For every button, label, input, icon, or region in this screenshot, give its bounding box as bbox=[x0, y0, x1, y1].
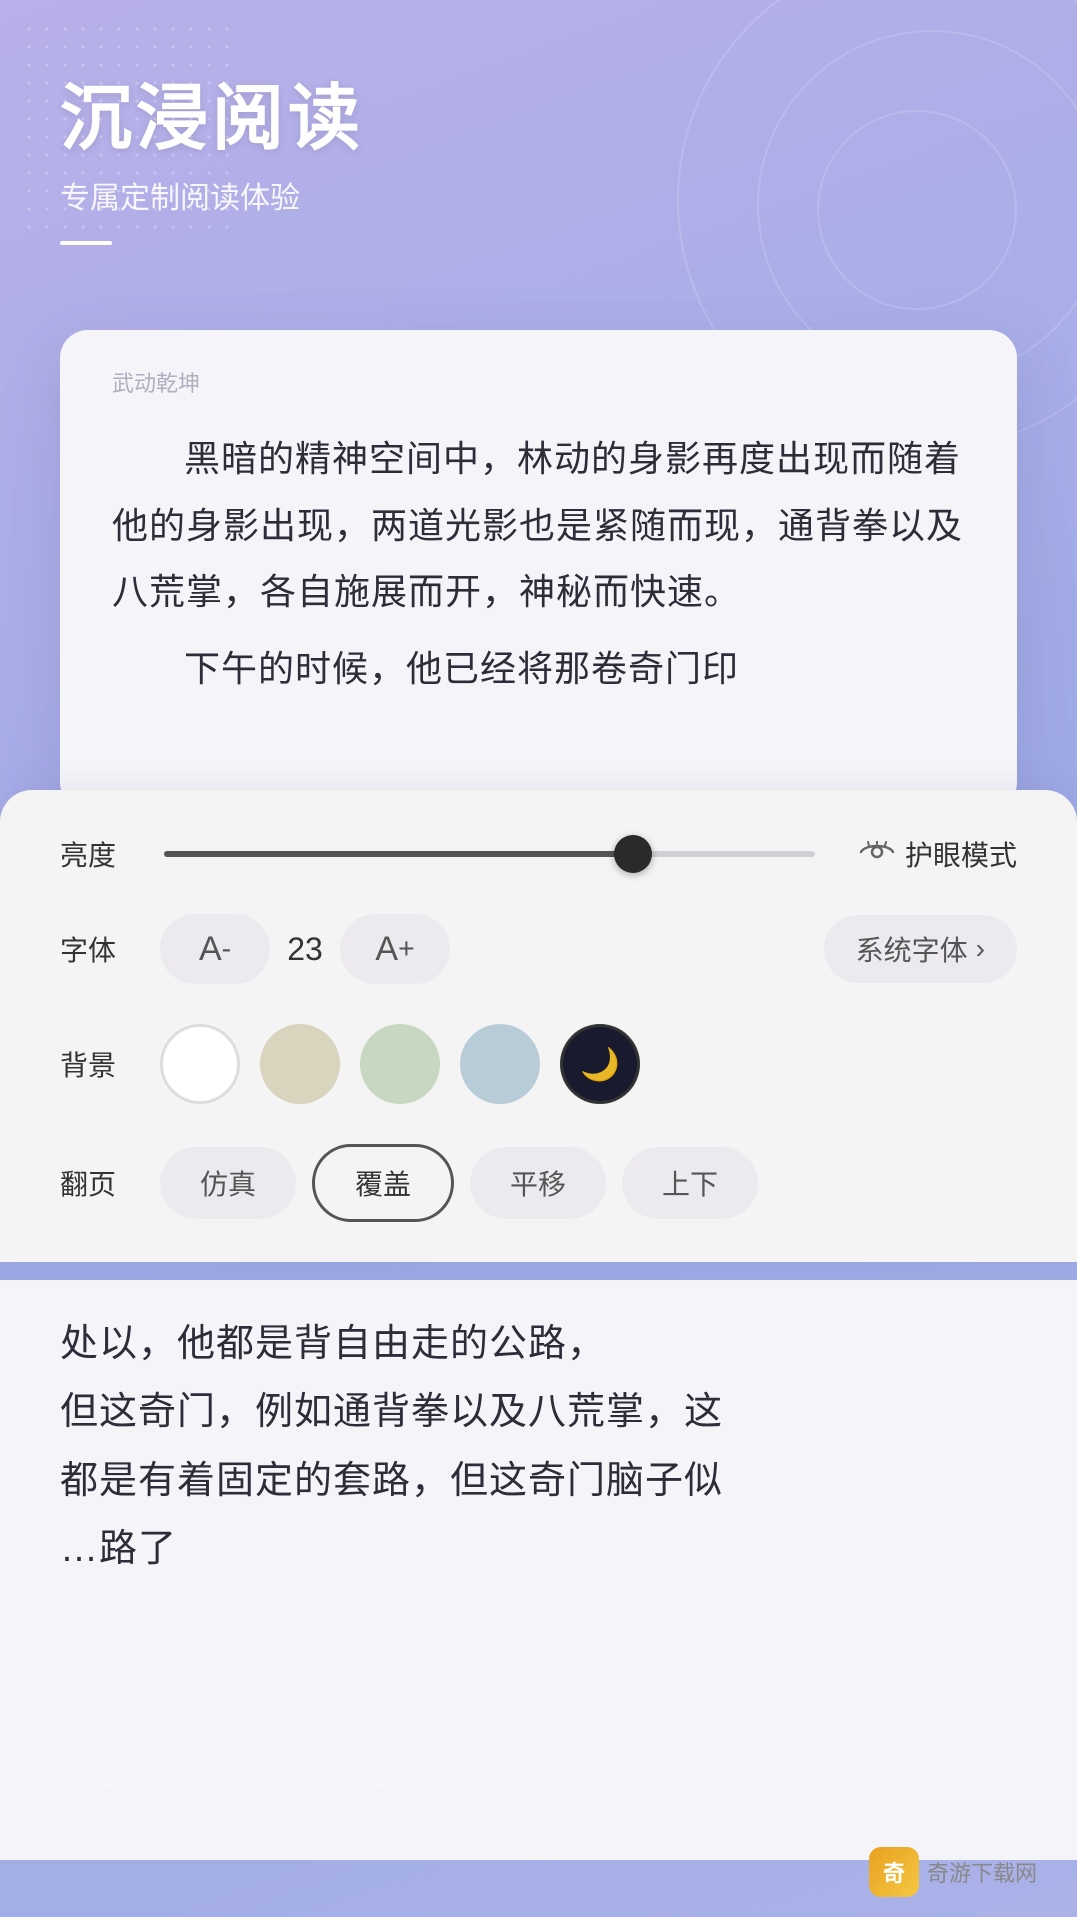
bottom-reading-content: 处以，他都是背自由走的公路， 但这奇门，例如通背拳以及八荒掌，这 都是有着固定的… bbox=[60, 1310, 1017, 1584]
reading-content: 黑暗的精神空间中，林动的身影再度出现而随着他的身影出现，两道光影也是紧随而现，通… bbox=[112, 426, 965, 702]
brightness-row: 亮度 护眼模式 bbox=[60, 834, 1017, 874]
bottom-line-4: …路了 bbox=[60, 1515, 1017, 1583]
moon-icon: 🌙 bbox=[580, 1045, 620, 1083]
bottom-line-1: 处以，他都是背自由走的公路， bbox=[60, 1310, 1017, 1378]
bottom-wave-decoration bbox=[0, 1657, 440, 1857]
watermark-logo-text: 奇 bbox=[883, 1856, 905, 1888]
brightness-fill bbox=[164, 851, 633, 857]
brightness-slider[interactable] bbox=[164, 851, 815, 857]
watermark-logo: 奇 bbox=[869, 1847, 919, 1897]
bg-option-dark[interactable]: 🌙 bbox=[560, 1024, 640, 1104]
bg-option-beige[interactable] bbox=[260, 1024, 340, 1104]
font-label: 字体 bbox=[60, 929, 140, 969]
page-turn-options: 仿真 覆盖 平移 上下 bbox=[160, 1144, 758, 1222]
watermark: 奇 奇游下载网 bbox=[869, 1847, 1037, 1897]
book-title: 武动乾坤 bbox=[112, 366, 965, 398]
bg-option-blue[interactable] bbox=[460, 1024, 540, 1104]
eye-mode-label: 护眼模式 bbox=[905, 834, 1017, 874]
brightness-label: 亮度 bbox=[60, 834, 140, 874]
background-options: 🌙 bbox=[160, 1024, 640, 1104]
bg-option-white[interactable] bbox=[160, 1024, 240, 1104]
page-turn-row: 翻页 仿真 覆盖 平移 上下 bbox=[60, 1144, 1017, 1222]
reading-card: 武动乾坤 黑暗的精神空间中，林动的身影再度出现而随着他的身影出现，两道光影也是紧… bbox=[60, 330, 1017, 810]
bottom-line-3: 都是有着固定的套路，但这奇门脑子似 bbox=[60, 1447, 1017, 1515]
page-option-simulate[interactable]: 仿真 bbox=[160, 1147, 296, 1219]
hero-section: 沉浸阅读 专属定制阅读体验 bbox=[60, 80, 364, 245]
page-turn-label: 翻页 bbox=[60, 1163, 140, 1203]
font-row: 字体 A- 23 A+ 系统字体 › bbox=[60, 914, 1017, 984]
font-family-label: 系统字体 bbox=[856, 929, 968, 969]
eye-icon bbox=[859, 838, 895, 870]
bg-ring-small bbox=[817, 110, 1017, 310]
bottom-line-2: 但这奇门，例如通背拳以及八荒掌，这 bbox=[60, 1378, 1017, 1446]
font-controls: A- 23 A+ 系统字体 › bbox=[160, 914, 1017, 984]
brightness-track bbox=[164, 851, 815, 857]
reading-paragraph-1: 黑暗的精神空间中，林动的身影再度出现而随着他的身影出现，两道光影也是紧随而现，通… bbox=[112, 426, 965, 626]
reading-paragraph-2: 下午的时候，他已经将那卷奇门印 bbox=[112, 636, 965, 703]
font-family-button[interactable]: 系统字体 › bbox=[824, 915, 1017, 983]
eye-mode-wrap[interactable]: 护眼模式 bbox=[859, 834, 1017, 874]
bg-ring-medium bbox=[757, 30, 1077, 380]
page-option-vertical[interactable]: 上下 bbox=[622, 1147, 758, 1219]
background-label: 背景 bbox=[60, 1044, 140, 1084]
page-option-cover[interactable]: 覆盖 bbox=[312, 1144, 454, 1222]
page-subtitle: 专属定制阅读体验 bbox=[60, 173, 364, 217]
brightness-thumb[interactable] bbox=[614, 835, 652, 873]
bg-option-green[interactable] bbox=[360, 1024, 440, 1104]
font-size-display: 23 bbox=[270, 931, 340, 968]
chevron-right-icon: › bbox=[976, 933, 985, 965]
font-increase-button[interactable]: A+ bbox=[340, 914, 450, 984]
page-option-slide[interactable]: 平移 bbox=[470, 1147, 606, 1219]
background-row: 背景 🌙 bbox=[60, 1024, 1017, 1104]
font-decrease-button[interactable]: A- bbox=[160, 914, 270, 984]
page-title: 沉浸阅读 bbox=[60, 80, 364, 159]
settings-panel: 亮度 护眼模式 字体 bbox=[0, 790, 1077, 1262]
watermark-text: 奇游下载网 bbox=[927, 1856, 1037, 1888]
title-divider bbox=[60, 241, 112, 245]
